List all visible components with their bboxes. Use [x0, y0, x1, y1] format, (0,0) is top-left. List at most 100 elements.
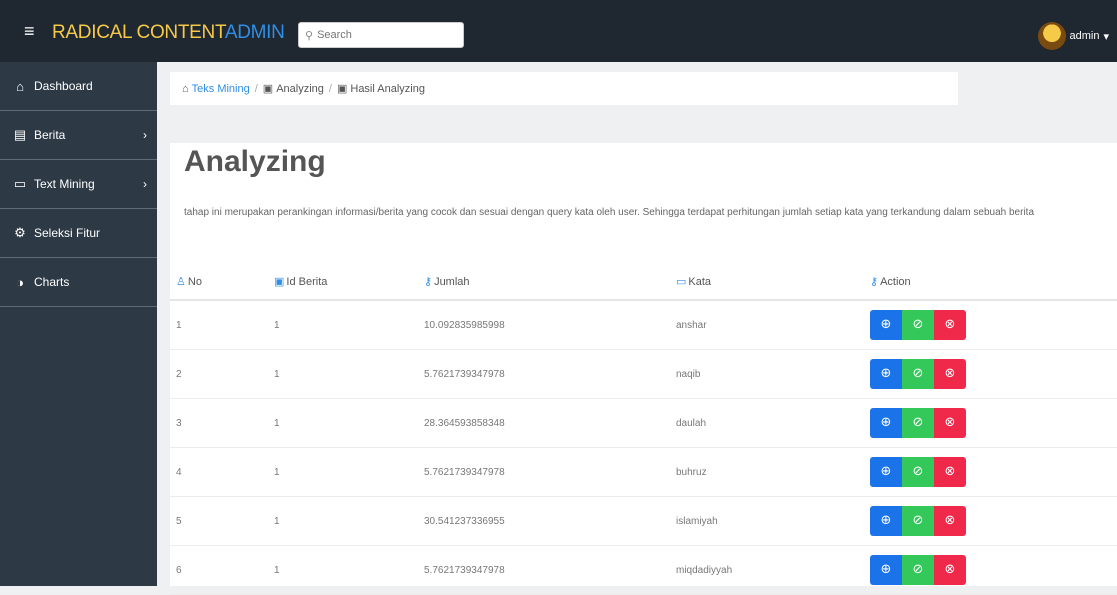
cell-jumlah: 5.7621739347978	[424, 545, 676, 595]
column-header-no: ♙ No	[170, 264, 274, 301]
cell-id-berita: 1	[274, 349, 424, 399]
key-icon: ⚷	[870, 276, 879, 288]
monitor-icon: ▭	[13, 176, 27, 191]
table-row: 5 1 30.541237336955 islamiyah ⊕ ⊘ ⊗	[170, 496, 1117, 546]
user-name: admin	[1069, 30, 1100, 42]
breadcrumb-separator: /	[254, 82, 258, 95]
cell-jumlah: 5.7621739347978	[424, 447, 676, 497]
view-button[interactable]: ⊕	[870, 310, 902, 340]
edit-button[interactable]: ⊘	[902, 408, 934, 438]
sidebar-item-label: Dashboard	[34, 79, 93, 93]
search-input[interactable]	[317, 29, 448, 41]
cell-id-berita: 1	[274, 545, 424, 595]
pie-chart-icon: ◑	[16, 274, 24, 290]
content-panel: Analyzing tahap ini merupakan perankinga…	[170, 143, 1117, 595]
menu-toggle-icon[interactable]: ≡	[24, 22, 35, 40]
delete-button[interactable]: ⊗	[934, 310, 966, 340]
table-row: 2 1 5.7621739347978 naqib ⊕ ⊘ ⊗	[170, 349, 1117, 399]
chevron-right-icon: ›	[143, 177, 147, 191]
avatar[interactable]	[1037, 22, 1066, 50]
cell-kata: miqdadiyyah	[676, 545, 870, 595]
delete-button[interactable]: ⊗	[934, 408, 966, 438]
column-header-jumlah: ⚷ Jumlah	[424, 264, 676, 301]
cell-kata: islamiyah	[676, 496, 870, 546]
view-button[interactable]: ⊕	[870, 506, 902, 536]
view-button[interactable]: ⊕	[870, 408, 902, 438]
top-navbar: ≡ RADICAL CONTENTADMIN ⚲ admin ▾	[0, 0, 1117, 62]
document-icon: ▣	[262, 83, 274, 95]
sidebar-item-dashboard[interactable]: ⌂ Dashboard	[0, 62, 157, 111]
edit-button[interactable]: ⊘	[902, 310, 934, 340]
delete-button[interactable]: ⊗	[934, 555, 966, 585]
sidebar-item-charts[interactable]: ◑ Charts	[0, 258, 157, 307]
brand-logo[interactable]: RADICAL CONTENTADMIN	[52, 22, 285, 44]
cell-no: 1	[170, 300, 274, 350]
delete-button[interactable]: ⊗	[934, 506, 966, 536]
cell-kata: buhruz	[676, 447, 870, 497]
cell-kata: naqib	[676, 349, 870, 399]
cell-id-berita: 1	[274, 447, 424, 497]
cell-action: ⊕ ⊘ ⊗	[870, 545, 1117, 595]
delete-button[interactable]: ⊗	[934, 359, 966, 389]
table-row: 1 1 10.092835985998 anshar ⊕ ⊘ ⊗	[170, 300, 1117, 350]
user-menu[interactable]: admin ▾	[1037, 22, 1109, 50]
cell-jumlah: 30.541237336955	[424, 496, 676, 546]
view-button[interactable]: ⊕	[870, 457, 902, 487]
newspaper-icon: ▤	[13, 127, 27, 142]
edit-button[interactable]: ⊘	[902, 457, 934, 487]
cell-no: 3	[170, 398, 274, 448]
table-header-row: ♙ No ▣ Id Berita ⚷ Jumlah ▭ Kata ⚷ Action	[170, 264, 1117, 301]
cell-kata: daulah	[676, 398, 870, 448]
sidebar-item-text-mining[interactable]: ▭ Text Mining ›	[0, 160, 157, 209]
sidebar-item-label: Text Mining	[34, 177, 95, 191]
cell-id-berita: 1	[274, 496, 424, 546]
document-icon: ▣	[274, 276, 285, 288]
search-icon: ⚲	[305, 29, 314, 42]
breadcrumb-separator: /	[328, 82, 332, 95]
sidebar-item-label: Charts	[34, 275, 70, 289]
cell-action: ⊕ ⊘ ⊗	[870, 496, 1117, 546]
column-header-kata: ▭ Kata	[676, 264, 870, 301]
cell-id-berita: 1	[274, 300, 424, 350]
edit-button[interactable]: ⊘	[902, 555, 934, 585]
table-row: 4 1 5.7621739347978 buhruz ⊕ ⊘ ⊗	[170, 447, 1117, 497]
cell-jumlah: 10.092835985998	[424, 300, 676, 350]
edit-button[interactable]: ⊘	[902, 506, 934, 536]
chevron-down-icon: ▾	[1103, 30, 1109, 43]
sidebar-item-label: Seleksi Fitur	[34, 226, 101, 240]
sidebar-item-seleksi-fitur[interactable]: ⚙ Seleksi Fitur	[0, 209, 157, 258]
cell-kata: anshar	[676, 300, 870, 350]
document-icon: ▣	[336, 83, 348, 95]
view-button[interactable]: ⊕	[870, 359, 902, 389]
view-button[interactable]: ⊕	[870, 555, 902, 585]
page-title: Analyzing	[184, 145, 326, 178]
cell-action: ⊕ ⊘ ⊗	[870, 349, 1117, 399]
breadcrumb-item-analyzing[interactable]: Analyzing	[276, 83, 324, 95]
cell-jumlah: 5.7621739347978	[424, 349, 676, 399]
cell-jumlah: 28.364593858348	[424, 398, 676, 448]
brand-text-primary: RADICAL CONTENT	[52, 22, 225, 43]
breadcrumb-link-teks-mining[interactable]: Teks Mining	[192, 83, 250, 95]
cell-action: ⊕ ⊘ ⊗	[870, 447, 1117, 497]
cell-no: 4	[170, 447, 274, 497]
calendar-icon: ▭	[676, 276, 687, 288]
cell-no: 6	[170, 545, 274, 595]
sidebar-item-label: Berita	[34, 128, 66, 142]
user-icon: ♙	[176, 276, 186, 288]
cell-id-berita: 1	[274, 398, 424, 448]
breadcrumb: ⌂ Teks Mining / ▣ Analyzing / ▣ Hasil An…	[170, 72, 958, 105]
sidebar-item-berita[interactable]: ▤ Berita ›	[0, 111, 157, 160]
edit-button[interactable]: ⊘	[902, 359, 934, 389]
cell-no: 2	[170, 349, 274, 399]
cell-action: ⊕ ⊘ ⊗	[870, 300, 1117, 350]
sidebar: ⌂ Dashboard ▤ Berita › ▭ Text Mining › ⚙…	[0, 62, 157, 586]
delete-button[interactable]: ⊗	[934, 457, 966, 487]
chevron-right-icon: ›	[143, 128, 147, 142]
table-row: 6 1 5.7621739347978 miqdadiyyah ⊕ ⊘ ⊗	[170, 545, 1117, 595]
breadcrumb-item-hasil-analyzing: Hasil Analyzing	[350, 82, 425, 95]
home-icon: ⌂	[16, 78, 24, 94]
search-box: ⚲	[298, 22, 464, 48]
results-table: ♙ No ▣ Id Berita ⚷ Jumlah ▭ Kata ⚷ Action 1 1…	[170, 264, 1117, 595]
column-header-action: ⚷ Action	[870, 264, 1117, 301]
table-row: 3 1 28.364593858348 daulah ⊕ ⊘ ⊗	[170, 398, 1117, 448]
